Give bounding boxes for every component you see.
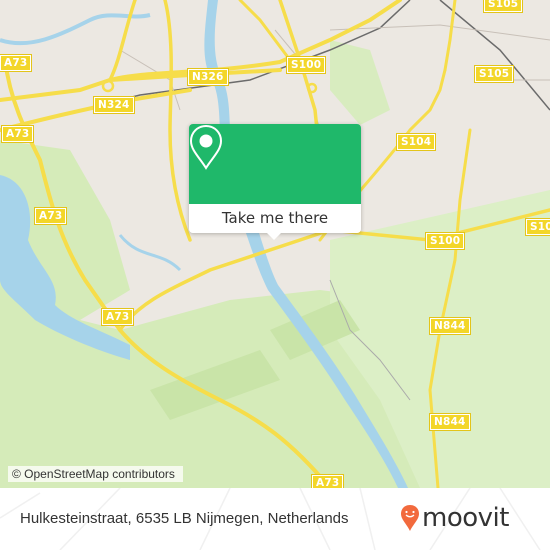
moovit-pin-icon <box>401 505 419 531</box>
road-label-a73: A73 <box>0 125 35 143</box>
road-label-s100: S100 <box>424 232 466 250</box>
road-label-a73: A73 <box>310 474 345 488</box>
road-label-a73: A73 <box>0 54 33 72</box>
railway-east <box>439 0 550 111</box>
popup-header <box>189 124 361 204</box>
road-s105 <box>443 0 457 72</box>
map-pin-icon <box>189 124 223 170</box>
take-me-there-button[interactable]: Take me there <box>189 204 361 233</box>
road-label-s105: S105 <box>473 65 515 83</box>
road-label-n326: N326 <box>187 68 229 86</box>
map-view[interactable]: A73 A73 A73 A73 A73 A73 N324 N326 S100 S… <box>0 0 550 488</box>
popup-pointer <box>266 232 282 240</box>
road-label-n844: N844 <box>429 317 471 335</box>
map-attribution[interactable]: © OpenStreetMap contributors <box>8 466 183 482</box>
local-road <box>329 24 550 41</box>
roundabout <box>306 82 318 94</box>
footer-bar: Hulkesteinstraat, 6535 LB Nijmegen, Neth… <box>0 488 550 550</box>
location-popup: Take me there <box>189 124 361 240</box>
road-ring-west <box>163 0 192 242</box>
road-label-a73: A73 <box>33 207 68 225</box>
road-label-s100: S100 <box>285 56 327 74</box>
road-label-s100: S100 <box>524 218 550 236</box>
canal-west <box>118 234 182 272</box>
moovit-wordmark: moovit <box>422 503 509 533</box>
road-label-n844: N844 <box>429 413 471 431</box>
green-park-north <box>330 40 390 125</box>
road-label-n324: N324 <box>93 96 135 114</box>
road-label-a73: A73 <box>100 308 135 326</box>
road-label-s105: S105 <box>482 0 524 13</box>
address-text: Hulkesteinstraat, 6535 LB Nijmegen, Neth… <box>20 510 349 527</box>
road-label-s104: S104 <box>395 133 437 151</box>
road-north-loop <box>108 0 137 82</box>
